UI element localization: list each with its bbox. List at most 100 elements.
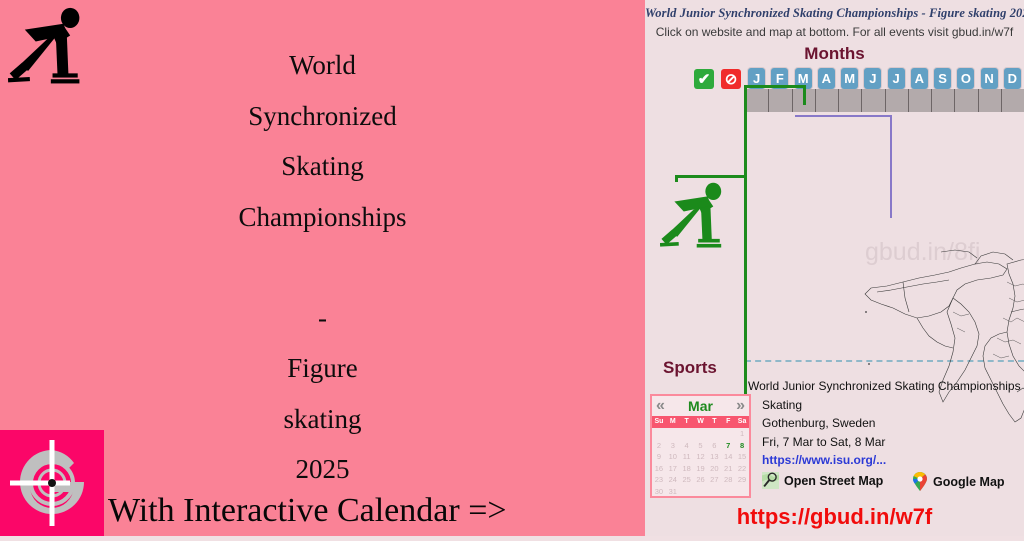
calendar-next-button[interactable]: » bbox=[736, 397, 745, 415]
calendar-day-1[interactable]: 1 bbox=[735, 428, 749, 440]
month-chip-9[interactable]: O bbox=[957, 68, 975, 89]
event-guide-vertical bbox=[890, 115, 892, 218]
calendar-day-15[interactable]: 15 bbox=[735, 451, 749, 463]
month-chip-10[interactable]: N bbox=[980, 68, 998, 89]
calendar-day-30[interactable]: 30 bbox=[652, 486, 666, 498]
bottom-url[interactable]: https://gbud.in/w7f bbox=[645, 504, 1024, 530]
calendar-day-empty bbox=[735, 486, 749, 498]
google-map-label: Google Map bbox=[933, 474, 1005, 489]
calendar-day-empty bbox=[694, 486, 708, 498]
calendar-day-21[interactable]: 21 bbox=[721, 463, 735, 475]
calendar-month-label: Mar bbox=[688, 398, 713, 414]
calendar-day-7[interactable]: 7 bbox=[721, 440, 735, 452]
month-chip-4[interactable]: M bbox=[841, 68, 859, 89]
calendar-day-31[interactable]: 31 bbox=[666, 486, 680, 498]
calendar-day-24[interactable]: 24 bbox=[666, 474, 680, 486]
calendar-day-4[interactable]: 4 bbox=[680, 440, 694, 452]
calendar-day-23[interactable]: 23 bbox=[652, 474, 666, 486]
timeline-tick bbox=[977, 89, 979, 112]
event-name: World Junior Synchronized Skating Champi… bbox=[748, 379, 1021, 393]
event-sport: Skating bbox=[762, 397, 803, 412]
title-line-5 bbox=[100, 242, 545, 293]
include-toggle-icon[interactable]: ✔ bbox=[694, 69, 714, 89]
calendar-weekday-6: Sa bbox=[737, 418, 747, 425]
calendar-day-2[interactable]: 2 bbox=[652, 440, 666, 452]
ice-skater-icon-green[interactable] bbox=[660, 182, 732, 254]
calendar-day-grid[interactable]: 1 2 3 4 5 6 7 8 9 10 11 12 13 14 15 16 17 18 19 20 21 22 23 24 2… bbox=[652, 428, 749, 497]
ice-skater-icon bbox=[8, 7, 80, 84]
osm-magnifier-icon bbox=[762, 472, 779, 489]
calendar-day-19[interactable]: 19 bbox=[694, 463, 708, 475]
calendar-day-18[interactable]: 18 bbox=[680, 463, 694, 475]
sports-heading: Sports bbox=[663, 358, 717, 377]
sport-connector-cap bbox=[675, 175, 678, 182]
timeline-tick bbox=[838, 89, 839, 112]
calendar-day-17[interactable]: 17 bbox=[666, 463, 680, 475]
google-map-pin-icon bbox=[913, 472, 927, 491]
widget-subtitle: Click on website and map at bottom. For … bbox=[655, 25, 1014, 39]
calendar-widget[interactable]: « Mar » Su M T W T F Sa 1 2 3 4 5 6 7 8 9 10 11 12 13 14 15 1… bbox=[650, 394, 751, 498]
calendar-day-27[interactable]: 27 bbox=[707, 474, 721, 486]
calendar-day-20[interactable]: 20 bbox=[707, 463, 721, 475]
calendar-day-29[interactable]: 29 bbox=[735, 474, 749, 486]
month-chip-5[interactable]: J bbox=[864, 68, 882, 89]
calendar-day-6[interactable]: 6 bbox=[707, 440, 721, 452]
calendar-day-empty bbox=[707, 486, 721, 498]
interactive-widget-panel: World Junior Synchronized Skating Champi… bbox=[645, 0, 1024, 536]
calendar-weekday-4: T bbox=[712, 418, 717, 425]
calendar-day-25[interactable]: 25 bbox=[680, 474, 694, 486]
title-line-9: 2025 bbox=[295, 454, 350, 484]
widget-title: World Junior Synchronized Skating Champi… bbox=[645, 6, 1024, 20]
calendar-day-empty bbox=[652, 428, 666, 440]
google-map-link[interactable]: Google Map bbox=[912, 472, 1005, 491]
calendar-day-empty bbox=[680, 486, 694, 498]
calendar-day-13[interactable]: 13 bbox=[707, 451, 721, 463]
calendar-day-10[interactable]: 10 bbox=[666, 451, 680, 463]
calendar-day-3[interactable]: 3 bbox=[666, 440, 680, 452]
calendar-day-22[interactable]: 22 bbox=[735, 463, 749, 475]
calendar-day-9[interactable]: 9 bbox=[652, 451, 666, 463]
calendar-day-empty bbox=[680, 428, 694, 440]
map-container[interactable]: gbud.in/8fj bbox=[745, 112, 1024, 423]
event-info-panel: World Junior Synchronized Skating Champi… bbox=[748, 377, 1024, 470]
timeline-tick bbox=[814, 89, 816, 112]
calendar-day-12[interactable]: 12 bbox=[694, 451, 708, 463]
calendar-day-11[interactable]: 11 bbox=[680, 451, 694, 463]
title-line-6: - bbox=[318, 302, 327, 333]
months-heading: Months bbox=[804, 44, 865, 63]
open-street-map-label: Open Street Map bbox=[784, 473, 884, 488]
exclude-toggle-icon[interactable]: ⊘ bbox=[721, 69, 741, 89]
calendar-day-8[interactable]: 8 bbox=[735, 440, 749, 452]
selection-guide-top-end bbox=[803, 85, 806, 105]
calendar-day-empty bbox=[666, 428, 680, 440]
calendar-day-28[interactable]: 28 bbox=[721, 474, 735, 486]
cta-text: With Interactive Calendar => bbox=[108, 492, 507, 529]
calendar-header: « Mar » bbox=[652, 396, 749, 416]
timeline-band[interactable] bbox=[745, 89, 1024, 112]
calendar-day-empty bbox=[694, 428, 708, 440]
title-line-4: Championships bbox=[238, 201, 407, 232]
calendar-day-14[interactable]: 14 bbox=[721, 451, 735, 463]
calendar-day-5[interactable]: 5 bbox=[694, 440, 708, 452]
calendar-weekday-0: Su bbox=[654, 418, 664, 425]
calendar-day-26[interactable]: 26 bbox=[694, 474, 708, 486]
month-chip-7[interactable]: A bbox=[910, 68, 928, 89]
event-location: Gothenburg, Sweden bbox=[762, 416, 876, 430]
calendar-day-16[interactable]: 16 bbox=[652, 463, 666, 475]
timeline-tick bbox=[931, 89, 932, 112]
event-guide-horizontal bbox=[795, 115, 892, 117]
timeline-tick bbox=[884, 89, 886, 112]
month-chip-11[interactable]: D bbox=[1003, 68, 1021, 89]
event-website-link[interactable]: https://www.isu.org/... bbox=[748, 451, 1024, 470]
map-links-row: Open Street Map Google Map bbox=[762, 472, 1024, 494]
title-line-2: Synchronized bbox=[248, 100, 397, 131]
calendar-weekday-1: M bbox=[669, 418, 676, 425]
open-street-map-link[interactable]: Open Street Map bbox=[762, 472, 883, 489]
month-chip-8[interactable]: S bbox=[934, 68, 952, 89]
brand-logo[interactable] bbox=[0, 430, 104, 536]
calendar-weekday-3: W bbox=[697, 418, 704, 425]
month-chip-3[interactable]: A bbox=[817, 68, 835, 89]
title-line-8: skating bbox=[283, 403, 362, 434]
calendar-day-empty bbox=[721, 486, 735, 498]
month-chip-6[interactable]: J bbox=[887, 68, 905, 89]
